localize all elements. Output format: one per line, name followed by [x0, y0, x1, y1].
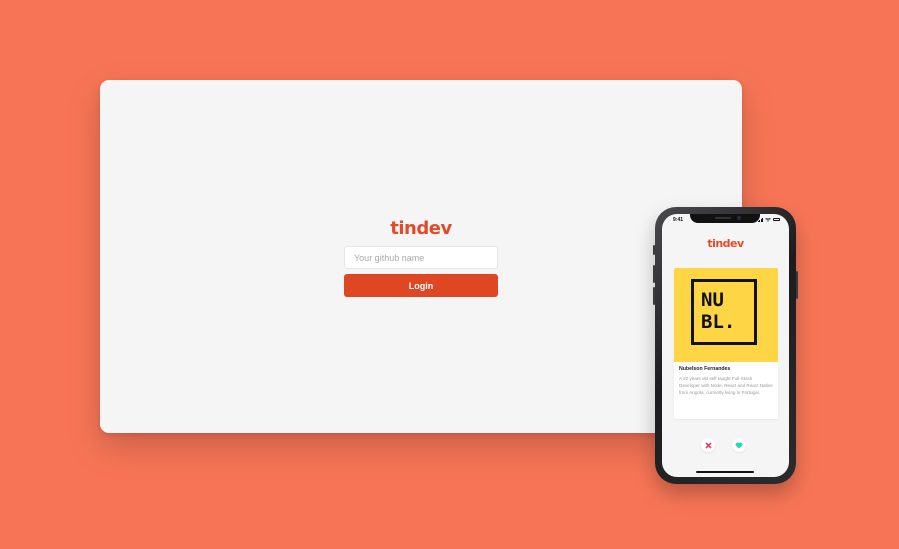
profile-card[interactable]: NU BL. Nubelson Fernandes A 22 years old… — [674, 268, 778, 419]
profile-name: Nubelson Fernandes — [679, 366, 731, 372]
heart-icon — [735, 442, 743, 449]
login-button[interactable]: Login — [344, 274, 498, 297]
wifi-icon — [765, 217, 771, 222]
phone-mute-switch — [653, 245, 655, 255]
tindev-logo: tindev — [390, 218, 452, 239]
speaker-grille — [715, 217, 731, 219]
phone-power-button — [796, 271, 798, 299]
signal-icon — [757, 217, 763, 222]
tindev-logo-mobile: tindev — [707, 237, 744, 250]
home-indicator — [696, 471, 754, 473]
avatar: NU BL. — [674, 268, 778, 362]
like-button[interactable] — [732, 438, 746, 452]
battery-icon — [773, 218, 780, 221]
avatar-logo-text: NU BL. — [701, 289, 736, 333]
camera-icon — [737, 216, 741, 220]
status-icons — [757, 217, 780, 222]
phone-mockup: 9:41 tindev NU BL. Nubelson Fernandes A … — [653, 207, 798, 484]
phone-volume-down — [653, 287, 655, 305]
profile-bio: A 22 years old self taught Full-Stack De… — [679, 376, 773, 395]
dislike-button[interactable] — [701, 438, 715, 452]
status-time: 9:41 — [673, 217, 684, 223]
github-username-input[interactable] — [344, 246, 498, 269]
phone-volume-up — [653, 265, 655, 283]
phone-notch — [690, 214, 760, 223]
close-icon — [705, 442, 711, 448]
phone-screen: 9:41 tindev NU BL. Nubelson Fernandes A … — [662, 214, 789, 477]
avatar-logo-frame: NU BL. — [691, 279, 757, 345]
login-window: tindev Login — [100, 80, 742, 433]
